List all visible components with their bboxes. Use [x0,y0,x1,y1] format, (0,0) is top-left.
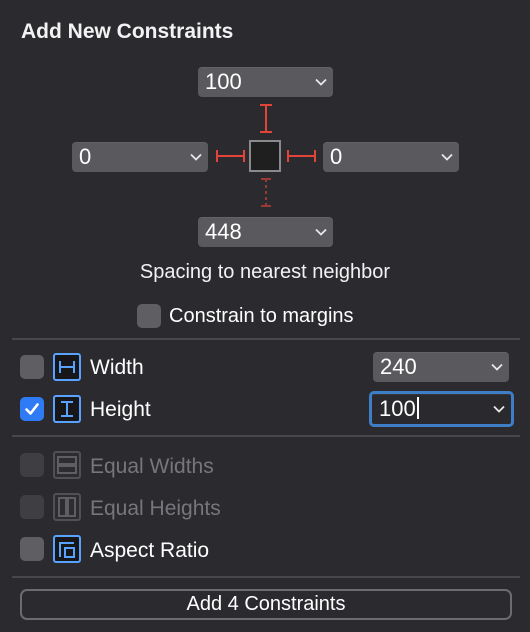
bottom-spacing-combo[interactable]: 448 [198,217,333,247]
top-spacing-combo[interactable]: 100 [198,67,333,97]
chevron-down-icon[interactable] [487,394,511,424]
width-value: 240 [380,354,417,379]
trailing-spacing-value: 0 [330,144,343,169]
equal-heights-icon [53,493,81,521]
top-spacing-value: 100 [205,69,242,94]
divider [12,435,520,437]
bottom-spacing-value: 448 [205,219,242,244]
divider [12,338,520,340]
aspect-ratio-checkbox[interactable] [20,537,44,561]
bottom-constraint-dashed-ibeam-icon[interactable] [258,177,274,209]
chevron-down-icon[interactable] [435,142,459,172]
equal-widths-label: Equal Widths [90,455,214,478]
constrain-to-margins-label: Constrain to margins [169,305,354,327]
text-cursor [416,397,419,419]
trailing-constraint-ibeam-icon[interactable] [286,148,318,164]
height-icon [53,395,81,423]
height-value-combo[interactable]: 100 [369,391,514,427]
divider [12,576,520,578]
width-value-combo[interactable]: 240 [373,352,509,382]
height-checkbox[interactable] [20,397,44,421]
chevron-down-icon[interactable] [309,217,333,247]
leading-constraint-ibeam-icon[interactable] [215,148,247,164]
add-constraints-popover: Add New Constraints 100 0 0 448 Spacing … [0,0,530,632]
width-label: Width [90,356,144,379]
height-label: Height [90,398,151,421]
chevron-down-icon[interactable] [184,142,208,172]
leading-spacing-value: 0 [79,144,92,169]
chevron-down-icon[interactable] [309,67,333,97]
equal-widths-icon [53,451,81,479]
view-placeholder-box [249,140,281,172]
panel-title: Add New Constraints [21,20,234,43]
height-value-input[interactable]: 100 [379,396,487,422]
leading-spacing-combo[interactable]: 0 [72,142,208,172]
equal-heights-checkbox[interactable] [20,495,44,519]
top-constraint-ibeam-icon[interactable] [258,103,274,135]
width-icon [53,353,81,381]
equal-widths-checkbox[interactable] [20,453,44,477]
trailing-spacing-combo[interactable]: 0 [323,142,459,172]
add-constraints-button[interactable]: Add 4 Constraints [20,589,512,620]
aspect-ratio-icon [53,535,81,563]
height-value: 100 [379,396,416,421]
constrain-to-margins-checkbox[interactable] [137,304,161,328]
aspect-ratio-label: Aspect Ratio [90,539,210,562]
width-checkbox[interactable] [20,355,44,379]
spacing-caption: Spacing to nearest neighbor [139,261,391,283]
checkmark-icon [25,403,39,415]
equal-heights-label: Equal Heights [90,497,221,520]
chevron-down-icon[interactable] [485,352,509,382]
